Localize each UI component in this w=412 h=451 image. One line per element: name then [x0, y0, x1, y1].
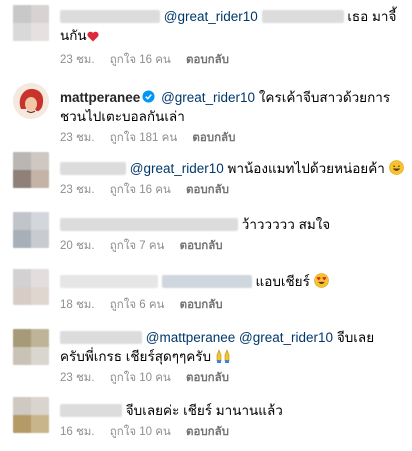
comment-text: เธอ มาจี้: [347, 9, 397, 24]
comment-text-line: นกัน: [60, 26, 404, 45]
mention-link[interactable]: @great_rider10: [164, 9, 258, 24]
reply-button[interactable]: ตอบกลับ: [192, 132, 235, 144]
reply-button[interactable]: ตอบกลับ: [180, 299, 223, 311]
comment-text-line: ว้าววววว สมใจ: [60, 215, 404, 234]
comment-text: พาน้องแมทไปด้วยหน่อยค้า: [227, 161, 385, 176]
mention-link[interactable]: @great_rider10: [239, 330, 333, 345]
reply-button[interactable]: ตอบกลับ: [186, 54, 229, 66]
username-link[interactable]: mattperanee: [60, 90, 140, 105]
comment-time: 23 ชม.: [60, 372, 95, 384]
comment-item: จีบเลยค่ะ เชียร์ มานานแล้ว 16 ชม. ถูกใจ …: [0, 394, 412, 451]
comment-meta: 18 ชม. ถูกใจ 6 คน ตอบกลับ: [60, 296, 404, 314]
like-count[interactable]: ถูกใจ 7 คน: [110, 240, 165, 252]
like-count[interactable]: ถูกใจ 10 คน: [110, 372, 171, 384]
avatar[interactable]: [13, 152, 49, 188]
comment-text-line: ชวนไปเตะบอลกันเล่า: [60, 107, 404, 126]
comment-text: นกัน: [60, 28, 87, 43]
avatar[interactable]: [13, 212, 49, 248]
blurred-username: [60, 275, 158, 288]
mention-link[interactable]: @great_rider10: [130, 161, 224, 176]
comment-time: 23 ชม.: [60, 54, 95, 66]
avatar[interactable]: [13, 269, 49, 305]
reply-button[interactable]: ตอบกลับ: [186, 372, 229, 384]
like-count[interactable]: ถูกใจ 16 คน: [110, 54, 171, 66]
comment-item: @mattperanee @great_rider10 จีบเลย ครับพ…: [0, 326, 412, 392]
comment-text-line: ครับพี่เกรธ เชียร์สุดๆๆครับ: [60, 347, 404, 366]
like-count[interactable]: ถูกใจ 10 คน: [110, 426, 171, 438]
mention-link[interactable]: @mattperanee: [146, 330, 236, 345]
comment-body: จีบเลยค่ะ เชียร์ มานานแล้ว 16 ชม. ถูกใจ …: [60, 401, 404, 441]
blurred-username: [60, 10, 160, 23]
blurred-username: [60, 162, 126, 175]
comment-item: แอบเชียร์ 18 ชม. ถูกใจ 6 คน ตอบกลับ: [0, 266, 412, 324]
raising-hands-icon: [216, 349, 230, 363]
comment-time: 23 ชม.: [60, 132, 95, 144]
blurred-text: [261, 10, 344, 23]
avatar[interactable]: [13, 329, 49, 365]
comment-time: 23 ชม.: [60, 184, 95, 196]
comment-text: จีบเลย: [336, 330, 375, 345]
like-count[interactable]: ถูกใจ 16 คน: [110, 184, 171, 196]
comment-time: 20 ชม.: [60, 240, 95, 252]
comment-text-line: @great_rider10 เธอ มาจี้: [60, 7, 404, 26]
like-count[interactable]: ถูกใจ 181 คน: [110, 132, 177, 144]
comment-meta: 16 ชม. ถูกใจ 10 คน ตอบกลับ: [60, 423, 404, 441]
blurred-text: [161, 275, 252, 288]
comment-body: ว้าววววว สมใจ 20 ชม. ถูกใจ 7 คน ตอบกลับ: [60, 215, 404, 255]
avatar[interactable]: [13, 83, 49, 119]
profile-picture-icon: [13, 83, 49, 119]
comment-meta: 23 ชม. ถูกใจ 181 คน ตอบกลับ: [60, 129, 404, 147]
comment-item: @great_rider10 พาน้องแมทไปด้วยหน่อยค้า 2…: [0, 148, 412, 206]
avatar[interactable]: [13, 5, 49, 41]
blurred-username: [60, 404, 122, 417]
comment-text-line: จีบเลยค่ะ เชียร์ มานานแล้ว: [60, 401, 404, 420]
comment-body: @mattperanee @great_rider10 จีบเลย ครับพ…: [60, 328, 404, 387]
comment-meta: 23 ชม. ถูกใจ 10 คน ตอบกลับ: [60, 369, 404, 387]
comment-meta: 23 ชม. ถูกใจ 16 คน ตอบกลับ: [60, 51, 404, 69]
reply-button[interactable]: ตอบกลับ: [186, 184, 229, 196]
comment-text: ว้าววววว สมใจ: [241, 217, 331, 232]
comment-text: ครับพี่เกรธ เชียร์สุดๆๆครับ: [60, 349, 212, 364]
comment-time: 18 ชม.: [60, 299, 95, 311]
comment-body: @great_rider10 เธอ มาจี้ นกัน 23 ชม. ถูก…: [60, 7, 404, 69]
comment-text-line: แอบเชียร์: [60, 272, 404, 291]
comment-meta: 20 ชม. ถูกใจ 7 คน ตอบกลับ: [60, 237, 404, 255]
comment-body: mattperanee @great_rider10 ใครเค้าจีบสาว…: [60, 88, 404, 147]
comment-body: แอบเชียร์ 18 ชม. ถูกใจ 6 คน ตอบกลับ: [60, 272, 404, 314]
reply-button[interactable]: ตอบกลับ: [180, 240, 223, 252]
comment-text: แอบเชียร์: [255, 274, 310, 289]
blurred-username: [60, 331, 142, 344]
like-count[interactable]: ถูกใจ 6 คน: [110, 299, 165, 311]
grinning-face-icon: [388, 160, 404, 175]
comment-item: mattperanee @great_rider10 ใครเค้าจีบสาว…: [0, 80, 412, 146]
verified-badge-icon: [142, 90, 155, 103]
comment-text: ใครเค้าจีบสาวด้วยการ: [258, 90, 391, 105]
comment-text-line: mattperanee @great_rider10 ใครเค้าจีบสาว…: [60, 88, 404, 107]
mention-link[interactable]: @great_rider10: [161, 90, 255, 105]
heart-eyes-face-icon: [313, 273, 329, 288]
comment-text: ชวนไปเตะบอลกันเล่า: [60, 109, 185, 124]
comment-text-line: @mattperanee @great_rider10 จีบเลย: [60, 328, 404, 347]
comment-time: 16 ชม.: [60, 426, 95, 438]
comment-item: @great_rider10 เธอ มาจี้ นกัน 23 ชม. ถูก…: [0, 0, 412, 78]
reply-button[interactable]: ตอบกลับ: [186, 426, 229, 438]
comment-item: ว้าววววว สมใจ 20 ชม. ถูกใจ 7 คน ตอบกลับ: [0, 208, 412, 266]
comment-text-line: @great_rider10 พาน้องแมทไปด้วยหน่อยค้า: [60, 159, 404, 178]
heart-icon: [87, 31, 99, 42]
comment-text: จีบเลยค่ะ เชียร์ มานานแล้ว: [125, 403, 283, 418]
blurred-username: [60, 218, 238, 231]
comment-body: @great_rider10 พาน้องแมทไปด้วยหน่อยค้า 2…: [60, 159, 404, 199]
comment-meta: 23 ชม. ถูกใจ 16 คน ตอบกลับ: [60, 181, 404, 199]
avatar[interactable]: [13, 397, 49, 433]
